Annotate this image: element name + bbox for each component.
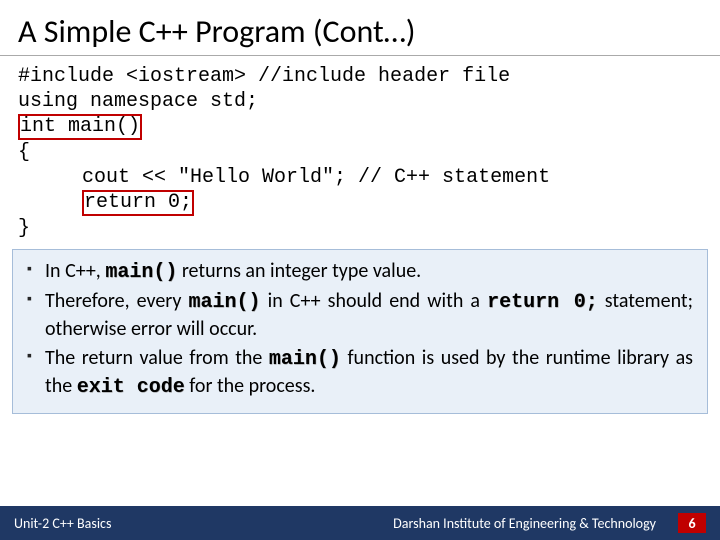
code-line-6: return 0; xyxy=(18,190,702,216)
note-text: in C++ should end with a xyxy=(261,289,488,313)
note-text: The return value from the xyxy=(45,346,269,370)
inline-code: exit code xyxy=(77,376,185,399)
note-text: Therefore, every xyxy=(45,289,189,313)
code-line-4: { xyxy=(18,140,702,165)
slide-title: A Simple C++ Program (Cont…) xyxy=(0,0,720,56)
footer: Unit-2 C++ Basics Darshan Institute of E… xyxy=(0,506,720,540)
note-3: The return value from the main() functio… xyxy=(27,345,693,401)
note-text: returns an integer type value. xyxy=(177,259,421,283)
note-2: Therefore, every main() in C++ should en… xyxy=(27,288,693,343)
page-number: 6 xyxy=(678,513,706,533)
note-block: In C++, main() returns an integer type v… xyxy=(12,249,708,414)
code-line-3: int main() xyxy=(18,114,702,140)
note-text: In C++, xyxy=(45,259,105,283)
note-1: In C++, main() returns an integer type v… xyxy=(27,258,693,286)
code-line-1: #include <iostream> //include header fil… xyxy=(18,64,702,89)
inline-code: main() xyxy=(269,348,341,371)
code-line-5: cout << "Hello World"; // C++ statement xyxy=(18,165,702,190)
highlight-main: int main() xyxy=(18,114,142,140)
code-line-7: } xyxy=(18,216,702,241)
note-text: for the process. xyxy=(185,374,316,398)
code-block: #include <iostream> //include header fil… xyxy=(0,58,720,249)
footer-right-text: Darshan Institute of Engineering & Techn… xyxy=(393,515,656,532)
inline-code: main() xyxy=(189,291,261,314)
inline-code: main() xyxy=(105,261,177,284)
inline-code: return 0; xyxy=(487,291,598,314)
highlight-return: return 0; xyxy=(82,190,194,216)
code-line-2: using namespace std; xyxy=(18,89,702,114)
footer-left: Unit-2 C++ Basics xyxy=(14,515,393,532)
